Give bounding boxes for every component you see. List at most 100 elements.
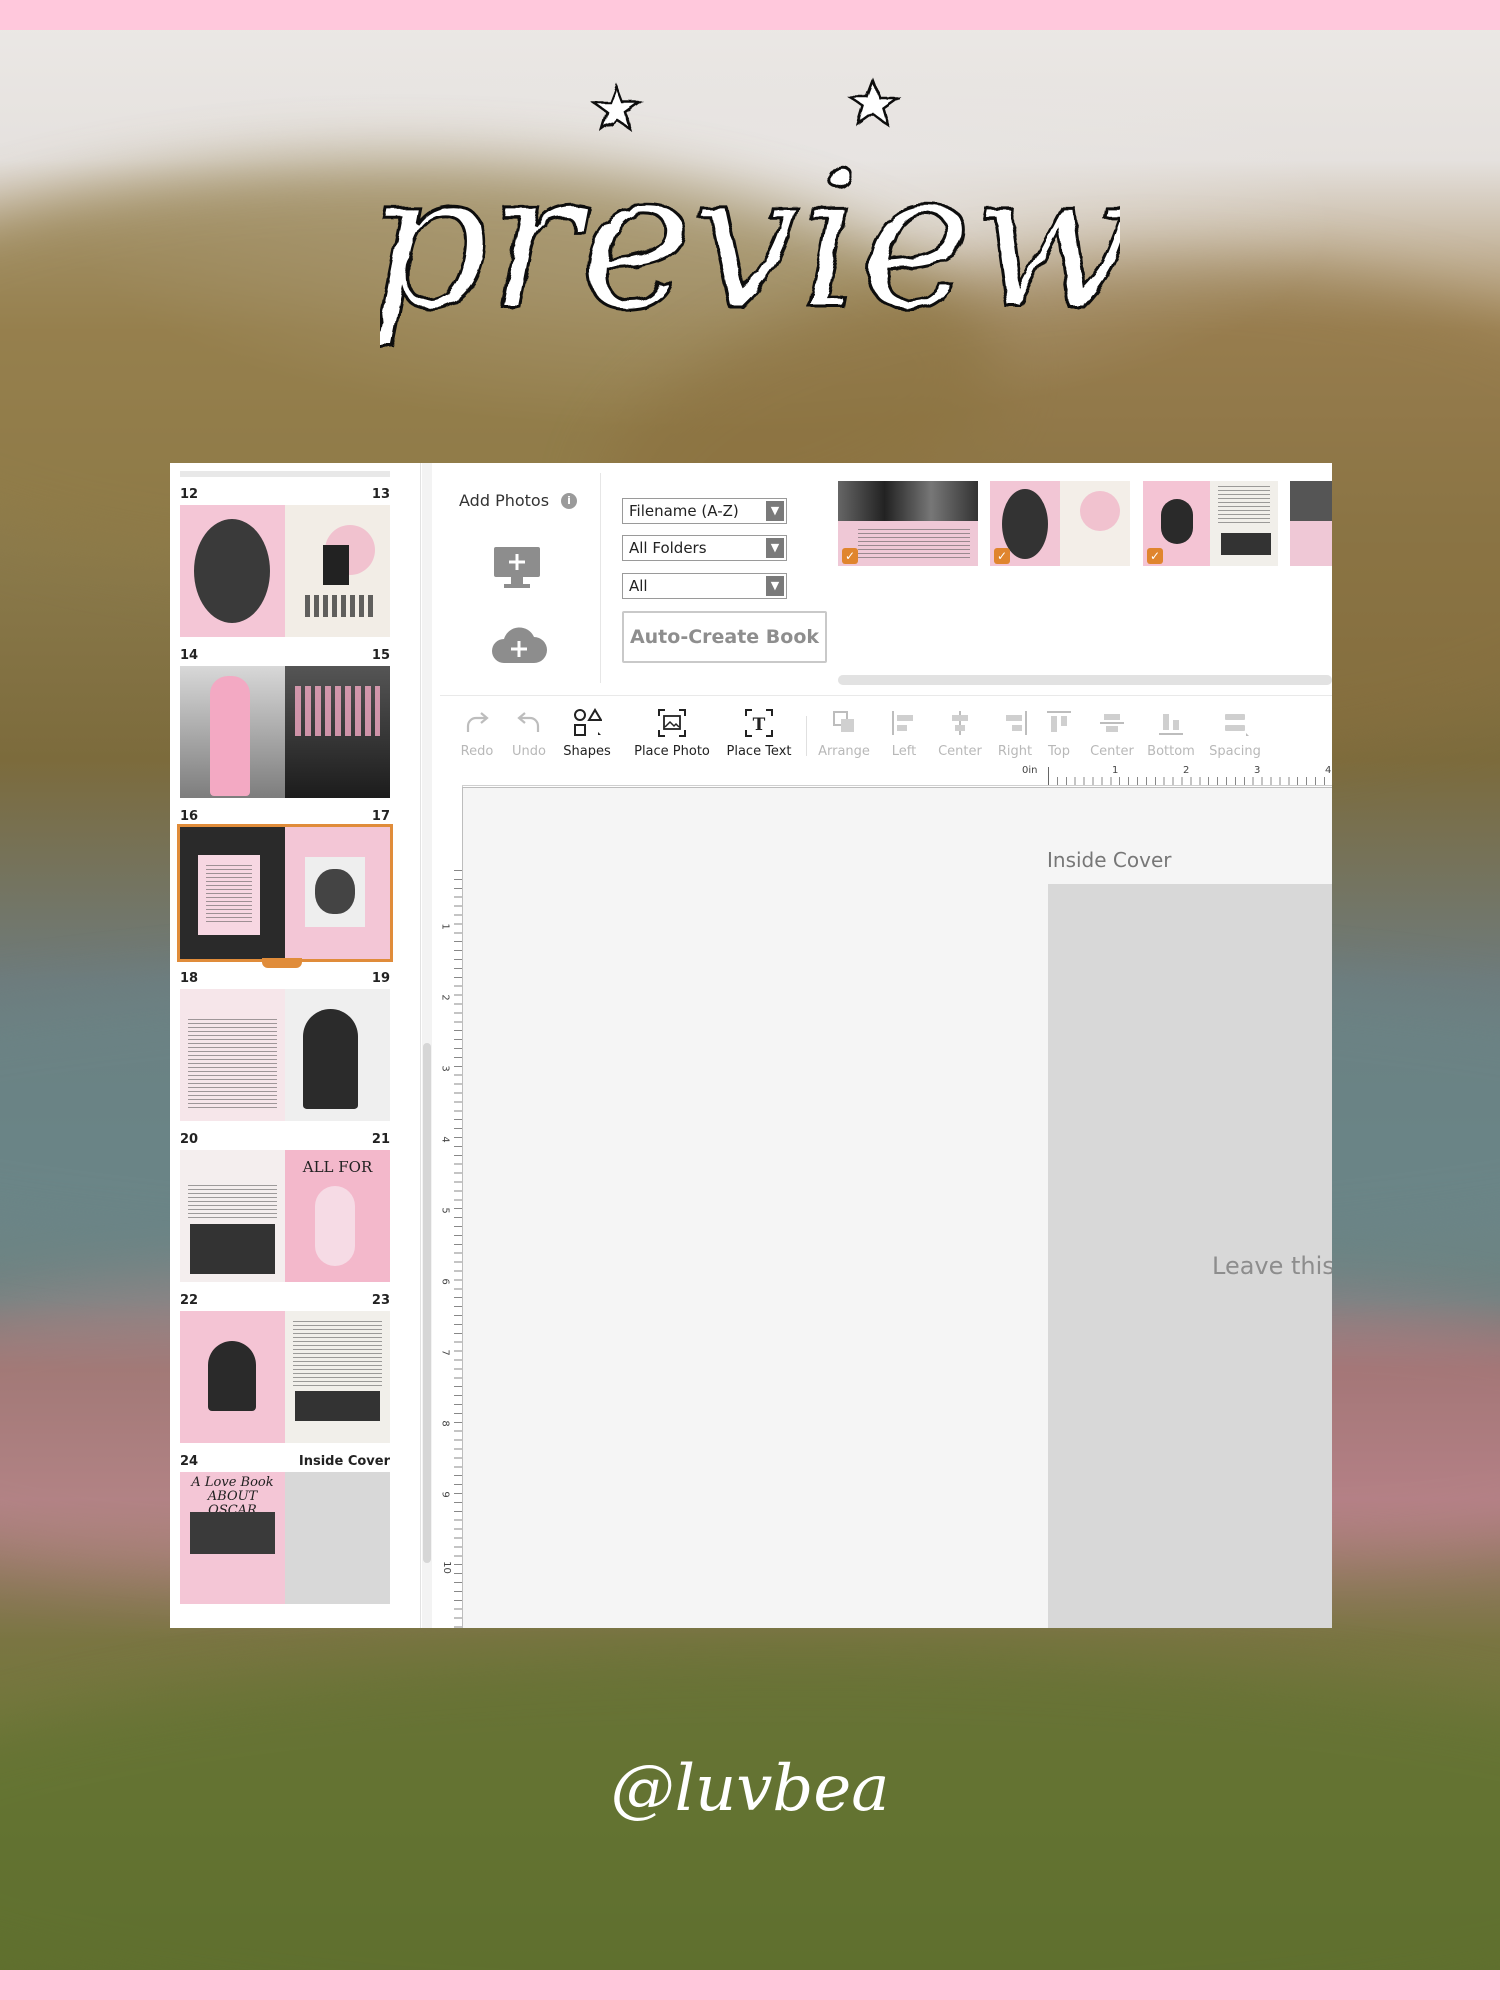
chevron-down-icon[interactable]: ▼ xyxy=(766,538,784,558)
page-thumbnail-sidebar: 12 13 14 15 16 17 18 19 20 21 ALL FOR 22… xyxy=(170,463,421,1628)
sort-value: Filename (A-Z) xyxy=(629,502,739,520)
photo-panel: Add Photos i Filename (A-Z) ▼ All Folders… xyxy=(440,463,1332,693)
photo-strip-thumbnail[interactable]: ✓ xyxy=(838,481,978,566)
page-edge xyxy=(462,787,1332,788)
align-right-label: Right xyxy=(997,744,1033,759)
page-thumbnail-18[interactable] xyxy=(180,989,285,1121)
photo xyxy=(190,1224,275,1274)
page-thumbnail-21[interactable]: ALL FOR xyxy=(285,1150,390,1282)
watermark: @luvbea xyxy=(600,1730,900,1840)
page-number-right: 17 xyxy=(371,809,390,824)
pink-figure-photo xyxy=(210,676,250,796)
page-number-left: 14 xyxy=(180,648,199,663)
ruler-label: 6 xyxy=(439,1278,451,1285)
checkmark-icon[interactable]: ✓ xyxy=(842,548,858,564)
ruler-label: 9 xyxy=(439,1491,451,1498)
page-21-heading: ALL FOR xyxy=(302,1158,373,1176)
inside-cover-label: Inside Cover xyxy=(1047,848,1172,872)
align-left-icon xyxy=(892,711,913,735)
ruler-label: 3 xyxy=(439,1065,451,1072)
svg-text:T: T xyxy=(753,715,766,735)
title-lettering: preview xyxy=(364,76,1136,352)
cutout-photo xyxy=(323,545,349,585)
page-thumbnail-22[interactable] xyxy=(180,1311,285,1443)
sort-select[interactable]: Filename (A-Z) ▼ xyxy=(622,498,787,524)
inside-cover-page[interactable]: Leave this xyxy=(1048,884,1332,1628)
add-photos-label: Add Photos xyxy=(459,491,550,510)
checkmark-icon[interactable]: ✓ xyxy=(994,548,1010,564)
photo xyxy=(295,1391,380,1421)
ruler-label: 5 xyxy=(439,1207,451,1214)
page-number-left: 12 xyxy=(180,487,199,502)
ruler-ticks xyxy=(454,870,462,1628)
computer-upload-icon[interactable] xyxy=(492,545,542,591)
chevron-down-icon[interactable]: ▼ xyxy=(766,501,784,521)
align-middle-label: Center xyxy=(1090,744,1134,759)
heart-photo xyxy=(208,1341,256,1411)
chevron-down-icon[interactable]: ▼ xyxy=(766,576,784,596)
align-bottom-icon xyxy=(1159,714,1183,735)
spacing-label: Spacing xyxy=(1209,744,1261,759)
page-number-left: 16 xyxy=(180,809,199,824)
folder-select[interactable]: All Folders ▼ xyxy=(622,535,787,561)
align-left-label: Left xyxy=(891,744,917,759)
page-thumbnail-19[interactable] xyxy=(285,989,390,1121)
sidebar-scrollbar[interactable] xyxy=(422,463,432,1628)
add-photos-group: Add Photos i xyxy=(440,473,601,683)
page-number-right: 15 xyxy=(371,648,390,663)
photo-strip: ✓ ✓ ✓ xyxy=(838,481,1332,571)
ruler-major-tick xyxy=(1048,767,1049,785)
checkmark-icon[interactable]: ✓ xyxy=(1147,548,1163,564)
page-number-right: 23 xyxy=(371,1293,390,1308)
page-number-left: 22 xyxy=(180,1293,199,1308)
cloud-upload-icon[interactable] xyxy=(490,625,548,665)
auto-create-book-button[interactable]: Auto-Create Book xyxy=(622,611,827,663)
page-thumbnail-15[interactable] xyxy=(285,666,390,798)
bottom-frame-bar xyxy=(0,1970,1500,2000)
page-thumbnail-20[interactable] xyxy=(180,1150,285,1282)
vertical-ruler: 1 2 3 4 5 6 7 8 9 10 xyxy=(440,785,463,1628)
place-photo-icon xyxy=(658,709,686,737)
page-thumbnail-12[interactable] xyxy=(180,505,285,637)
ruler-label: 8 xyxy=(439,1420,451,1427)
toolbar-separator xyxy=(806,716,807,756)
info-icon[interactable]: i xyxy=(561,493,577,509)
page-thumbnail-17[interactable] xyxy=(285,827,390,959)
leave-blank-text: Leave this xyxy=(1212,1252,1332,1280)
ruler-label: 1 xyxy=(1112,765,1119,776)
place-text-label: Place Text xyxy=(726,744,792,759)
align-center-icon xyxy=(952,711,968,735)
shapes-icon xyxy=(574,708,602,736)
photo-strip-thumbnail[interactable]: ✓ xyxy=(1143,481,1278,566)
page-canvas[interactable]: Inside Cover Leave this xyxy=(462,787,1332,1628)
photo-strip-thumbnail[interactable] xyxy=(1290,481,1332,566)
align-bottom-label: Bottom xyxy=(1147,744,1195,759)
page-thumbnail-inside-cover[interactable] xyxy=(285,1472,390,1604)
ruler-label: 4 xyxy=(1325,765,1332,776)
align-right-icon xyxy=(1006,711,1027,735)
scope-value: All xyxy=(629,577,648,595)
page-thumbnail-24[interactable]: A Love Book ABOUT OSCAR xyxy=(180,1472,285,1604)
top-frame-bar xyxy=(0,0,1500,30)
page-thumbnail-13[interactable] xyxy=(285,505,390,637)
page-thumbnail-14[interactable] xyxy=(180,666,285,798)
scope-select[interactable]: All ▼ xyxy=(622,573,787,599)
selected-spread-indicator xyxy=(262,958,302,968)
align-center-label: Center xyxy=(938,744,982,759)
undo-icon xyxy=(517,712,540,732)
ruler-label: 0in xyxy=(1022,765,1038,776)
ruler-label: 2 xyxy=(1183,765,1190,776)
align-top-icon xyxy=(1047,711,1071,732)
ruler-label: 7 xyxy=(439,1349,451,1356)
page-number-right: 21 xyxy=(371,1132,390,1147)
preview-title: preview xyxy=(364,60,1136,450)
page-edge xyxy=(462,787,463,1628)
ruler-label: 3 xyxy=(1254,765,1261,776)
page-number-left: 24 xyxy=(180,1454,199,1469)
page-thumbnail-23[interactable] xyxy=(285,1311,390,1443)
arrange-label: Arrange xyxy=(818,744,870,759)
photo-strip-thumbnail[interactable]: ✓ xyxy=(990,481,1130,566)
photo-strip-scrollbar[interactable] xyxy=(838,675,1332,685)
page-thumbnail-16[interactable] xyxy=(180,827,285,959)
sidebar-scroll-thumb[interactable] xyxy=(423,1043,431,1563)
